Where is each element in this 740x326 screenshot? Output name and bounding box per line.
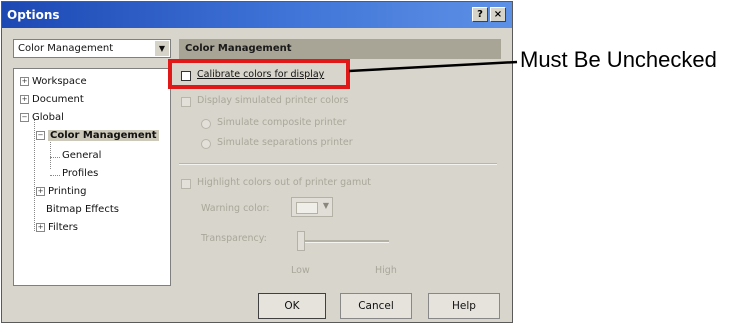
simulate-composite-radio[interactable] (201, 119, 211, 129)
highlight-gamut-checkbox[interactable] (181, 179, 191, 189)
warning-color-picker[interactable]: ▼ (291, 197, 333, 217)
callout-line (349, 60, 518, 73)
expand-icon[interactable]: + (20, 95, 29, 104)
expand-icon[interactable]: + (36, 187, 45, 196)
transparency-slider-track[interactable] (297, 240, 389, 243)
category-dropdown[interactable]: Color Management ▼ (13, 39, 171, 58)
collapse-icon[interactable]: − (36, 131, 45, 140)
highlight-box (168, 59, 350, 89)
simulate-separations-radio[interactable] (201, 139, 211, 149)
color-swatch (296, 202, 318, 214)
tree-item-workspace[interactable]: + Workspace (20, 75, 87, 89)
cancel-button[interactable]: Cancel (340, 293, 412, 319)
tree-item-general[interactable]: General (62, 149, 101, 163)
highlight-gamut-label: Highlight colors out of printer gamut (197, 177, 371, 188)
expand-icon[interactable]: + (20, 77, 29, 86)
tree-item-printing[interactable]: + Printing (36, 185, 86, 199)
category-dropdown-value: Color Management (18, 43, 114, 54)
tree-item-bitmap-effects[interactable]: Bitmap Effects (46, 203, 119, 217)
callout-text: Must Be Unchecked (520, 47, 717, 72)
display-simulated-checkbox[interactable] (181, 97, 191, 107)
help-title-button[interactable]: ? (472, 7, 488, 22)
category-tree[interactable]: + Workspace + Document − Global − Color Mana… (13, 68, 171, 286)
tree-item-profiles[interactable]: Profiles (62, 167, 98, 181)
tree-connector (50, 175, 60, 176)
simulate-composite-label: Simulate composite printer (217, 117, 347, 128)
transparency-slider-thumb[interactable] (297, 231, 305, 251)
divider (179, 163, 497, 165)
options-dialog: Options ? × Color Management ▼ + Workspac… (1, 1, 513, 323)
title-bar: Options ? × (2, 2, 512, 28)
panel-title: Color Management (179, 39, 501, 59)
window-title: Options (7, 8, 60, 22)
tree-item-color-management[interactable]: − Color Management (36, 129, 159, 143)
tree-item-filters[interactable]: + Filters (36, 221, 78, 235)
slider-low-label: Low (291, 265, 310, 276)
tree-connector (34, 119, 35, 231)
tree-connector (50, 157, 60, 158)
simulate-separations-label: Simulate separations printer (217, 137, 353, 148)
chevron-down-icon: ▼ (322, 201, 329, 210)
help-button[interactable]: Help (428, 293, 500, 319)
close-button[interactable]: × (490, 7, 506, 22)
warning-color-label: Warning color: (201, 203, 270, 214)
expand-icon[interactable]: + (36, 223, 45, 232)
slider-high-label: High (375, 265, 397, 276)
display-simulated-label: Display simulated printer colors (197, 95, 349, 106)
tree-item-document[interactable]: + Document (20, 93, 84, 107)
transparency-label: Transparency: (201, 233, 267, 244)
chevron-down-icon[interactable]: ▼ (155, 41, 169, 56)
ok-button[interactable]: OK (258, 293, 326, 319)
tree-item-global[interactable]: − Global (20, 111, 64, 125)
collapse-icon[interactable]: − (20, 113, 29, 122)
